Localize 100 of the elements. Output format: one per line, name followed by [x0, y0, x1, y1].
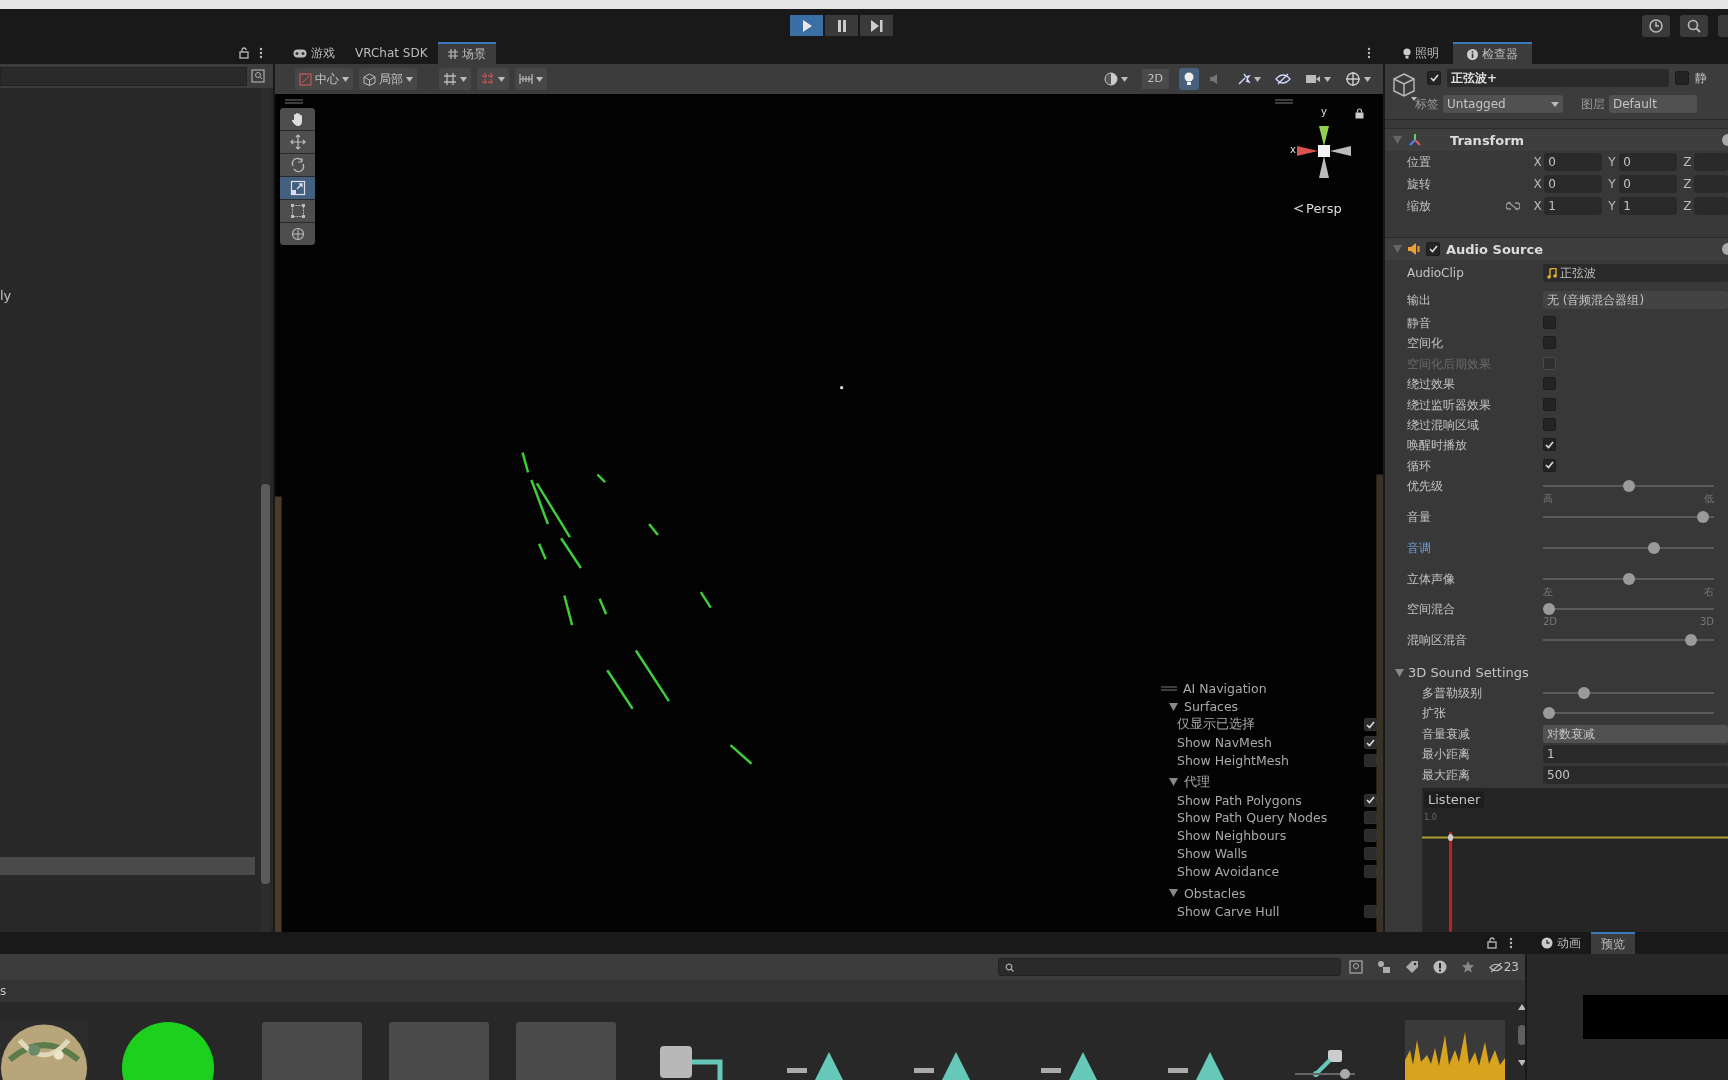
number-field[interactable]: 500 — [1543, 765, 1728, 784]
tab[interactable]: 场景 — [437, 42, 496, 64]
checkbox[interactable] — [1543, 336, 1556, 350]
number-field[interactable]: 0 — [1544, 175, 1603, 193]
history-icon[interactable] — [1642, 14, 1670, 37]
step-button[interactable] — [860, 15, 893, 36]
scroll-down-icon[interactable] — [1518, 1060, 1525, 1066]
search-options-icon[interactable] — [251, 69, 265, 83]
slider-thumb[interactable] — [1543, 603, 1555, 616]
more-icon[interactable] — [259, 47, 263, 59]
asset-thumbnail[interactable] — [261, 1022, 362, 1080]
move-tool-button[interactable] — [280, 131, 315, 153]
checkbox[interactable] — [1543, 417, 1556, 431]
tag-icon[interactable] — [1404, 960, 1419, 974]
checkbox[interactable] — [1364, 736, 1377, 749]
checkbox[interactable] — [1543, 397, 1556, 411]
light-button[interactable] — [1179, 68, 1199, 90]
asset-thumbnail[interactable] — [515, 1022, 616, 1080]
star-icon[interactable] — [1460, 960, 1475, 974]
number-field[interactable]: 1 — [1619, 197, 1678, 215]
pivot-dropdown[interactable]: 中心 — [295, 68, 353, 90]
number-field[interactable]: 0 — [1544, 153, 1603, 171]
checkbox[interactable] — [1543, 377, 1556, 391]
slider-thumb[interactable] — [1622, 572, 1635, 585]
asset-thumbnail[interactable] — [388, 1022, 489, 1080]
scrollbar-thumb[interactable] — [1518, 1025, 1525, 1045]
tab[interactable]: 照明 — [1389, 42, 1453, 64]
checkbox[interactable] — [1364, 811, 1377, 825]
number-field[interactable]: 1 — [1543, 745, 1728, 764]
transform-tool-button[interactable] — [280, 223, 315, 245]
foldout-header[interactable]: 3D Sound Settings — [1385, 661, 1529, 684]
scroll-up-icon[interactable] — [1518, 1004, 1525, 1010]
layer-dropdown[interactable]: Default — [1609, 95, 1697, 113]
lock-icon[interactable] — [239, 47, 249, 59]
search-options-icon[interactable] — [1348, 960, 1363, 974]
checkbox[interactable] — [1364, 829, 1377, 843]
group-header[interactable]: 代理 — [1159, 773, 1210, 792]
search-field[interactable] — [0, 66, 247, 86]
more-icon[interactable] — [1509, 937, 1513, 949]
more-icon[interactable] — [1367, 47, 1371, 59]
snap-dropdown[interactable] — [477, 68, 509, 90]
filter-type-icon[interactable] — [1376, 960, 1391, 974]
rect-tool-button[interactable] — [280, 200, 315, 222]
checkbox[interactable] — [1543, 316, 1556, 329]
checkbox[interactable] — [1364, 718, 1377, 732]
tab[interactable]: VRChat SDK — [345, 42, 438, 64]
dropdown[interactable]: 无 (音频混合器组) — [1543, 291, 1728, 309]
space-dropdown[interactable]: 局部 — [359, 68, 417, 90]
breadcrumb[interactable]: s — [0, 984, 7, 998]
play-button[interactable] — [790, 15, 823, 36]
group-header[interactable]: Surfaces — [1159, 697, 1239, 716]
hierarchy-item[interactable]: ly — [0, 288, 12, 303]
slider-thumb[interactable] — [1543, 707, 1555, 720]
slider-thumb[interactable] — [1684, 634, 1697, 647]
pause-button[interactable] — [825, 15, 858, 36]
number-field[interactable]: 1 — [1544, 197, 1603, 215]
number-field[interactable]: 0 — [1619, 153, 1678, 171]
hand-tool-button[interactable] — [280, 108, 315, 130]
scale-tool-button[interactable] — [280, 177, 315, 199]
drag-handle-icon[interactable] — [1161, 686, 1177, 692]
static-checkbox[interactable] — [1675, 71, 1689, 85]
rotate-tool-button[interactable] — [280, 154, 315, 176]
scrollbar-thumb[interactable] — [261, 484, 270, 884]
drag-handle-icon[interactable] — [285, 99, 303, 104]
tab[interactable]: 预览 — [1591, 932, 1635, 954]
hidden-packages-button[interactable]: 23 — [1488, 960, 1519, 974]
tag-dropdown[interactable]: Untagged — [1443, 95, 1563, 113]
tab[interactable]: 动画 — [1531, 932, 1591, 954]
checkbox[interactable] — [1543, 458, 1556, 472]
link-icon[interactable] — [1506, 201, 1521, 211]
slider-thumb[interactable] — [1622, 480, 1635, 493]
checkbox[interactable] — [1364, 847, 1377, 860]
lock-icon[interactable] — [1487, 937, 1497, 949]
lock-icon[interactable] — [1355, 108, 1364, 119]
tab[interactable]: 检查器 — [1453, 42, 1532, 64]
name-field[interactable]: 正弦波+ — [1447, 69, 1669, 87]
search-icon[interactable] — [1680, 14, 1708, 37]
warning-icon[interactable] — [1432, 960, 1447, 974]
number-field[interactable]: 0 — [1619, 175, 1678, 193]
component-header[interactable]: Audio Source — [1385, 237, 1728, 260]
tab[interactable]: 游戏 — [283, 42, 345, 64]
increment-dropdown[interactable] — [515, 68, 547, 90]
slider-thumb[interactable] — [1647, 541, 1660, 554]
projection-label[interactable]: Persp — [1306, 201, 1342, 216]
enabled-checkbox[interactable] — [1426, 242, 1440, 256]
search-field[interactable] — [997, 958, 1341, 976]
property-label: 唤醒时播放 — [1407, 437, 1468, 455]
active-checkbox[interactable] — [1427, 71, 1441, 85]
dropdown[interactable]: 对数衰减 — [1543, 724, 1728, 743]
group-header[interactable]: Obstacles — [1159, 884, 1246, 903]
drag-handle-icon[interactable] — [1275, 99, 1293, 104]
property-label: 位置 — [1407, 153, 1432, 171]
grid-dropdown[interactable] — [439, 68, 471, 90]
slider-thumb[interactable] — [1340, 1069, 1350, 1079]
object-field[interactable]: 正弦波 — [1543, 264, 1728, 282]
checkbox[interactable] — [1543, 438, 1556, 452]
slider-thumb[interactable] — [1697, 510, 1710, 523]
component-header[interactable]: Transform — [1385, 128, 1728, 151]
scrollbar[interactable] — [261, 88, 270, 932]
slider-thumb[interactable] — [1577, 686, 1590, 699]
